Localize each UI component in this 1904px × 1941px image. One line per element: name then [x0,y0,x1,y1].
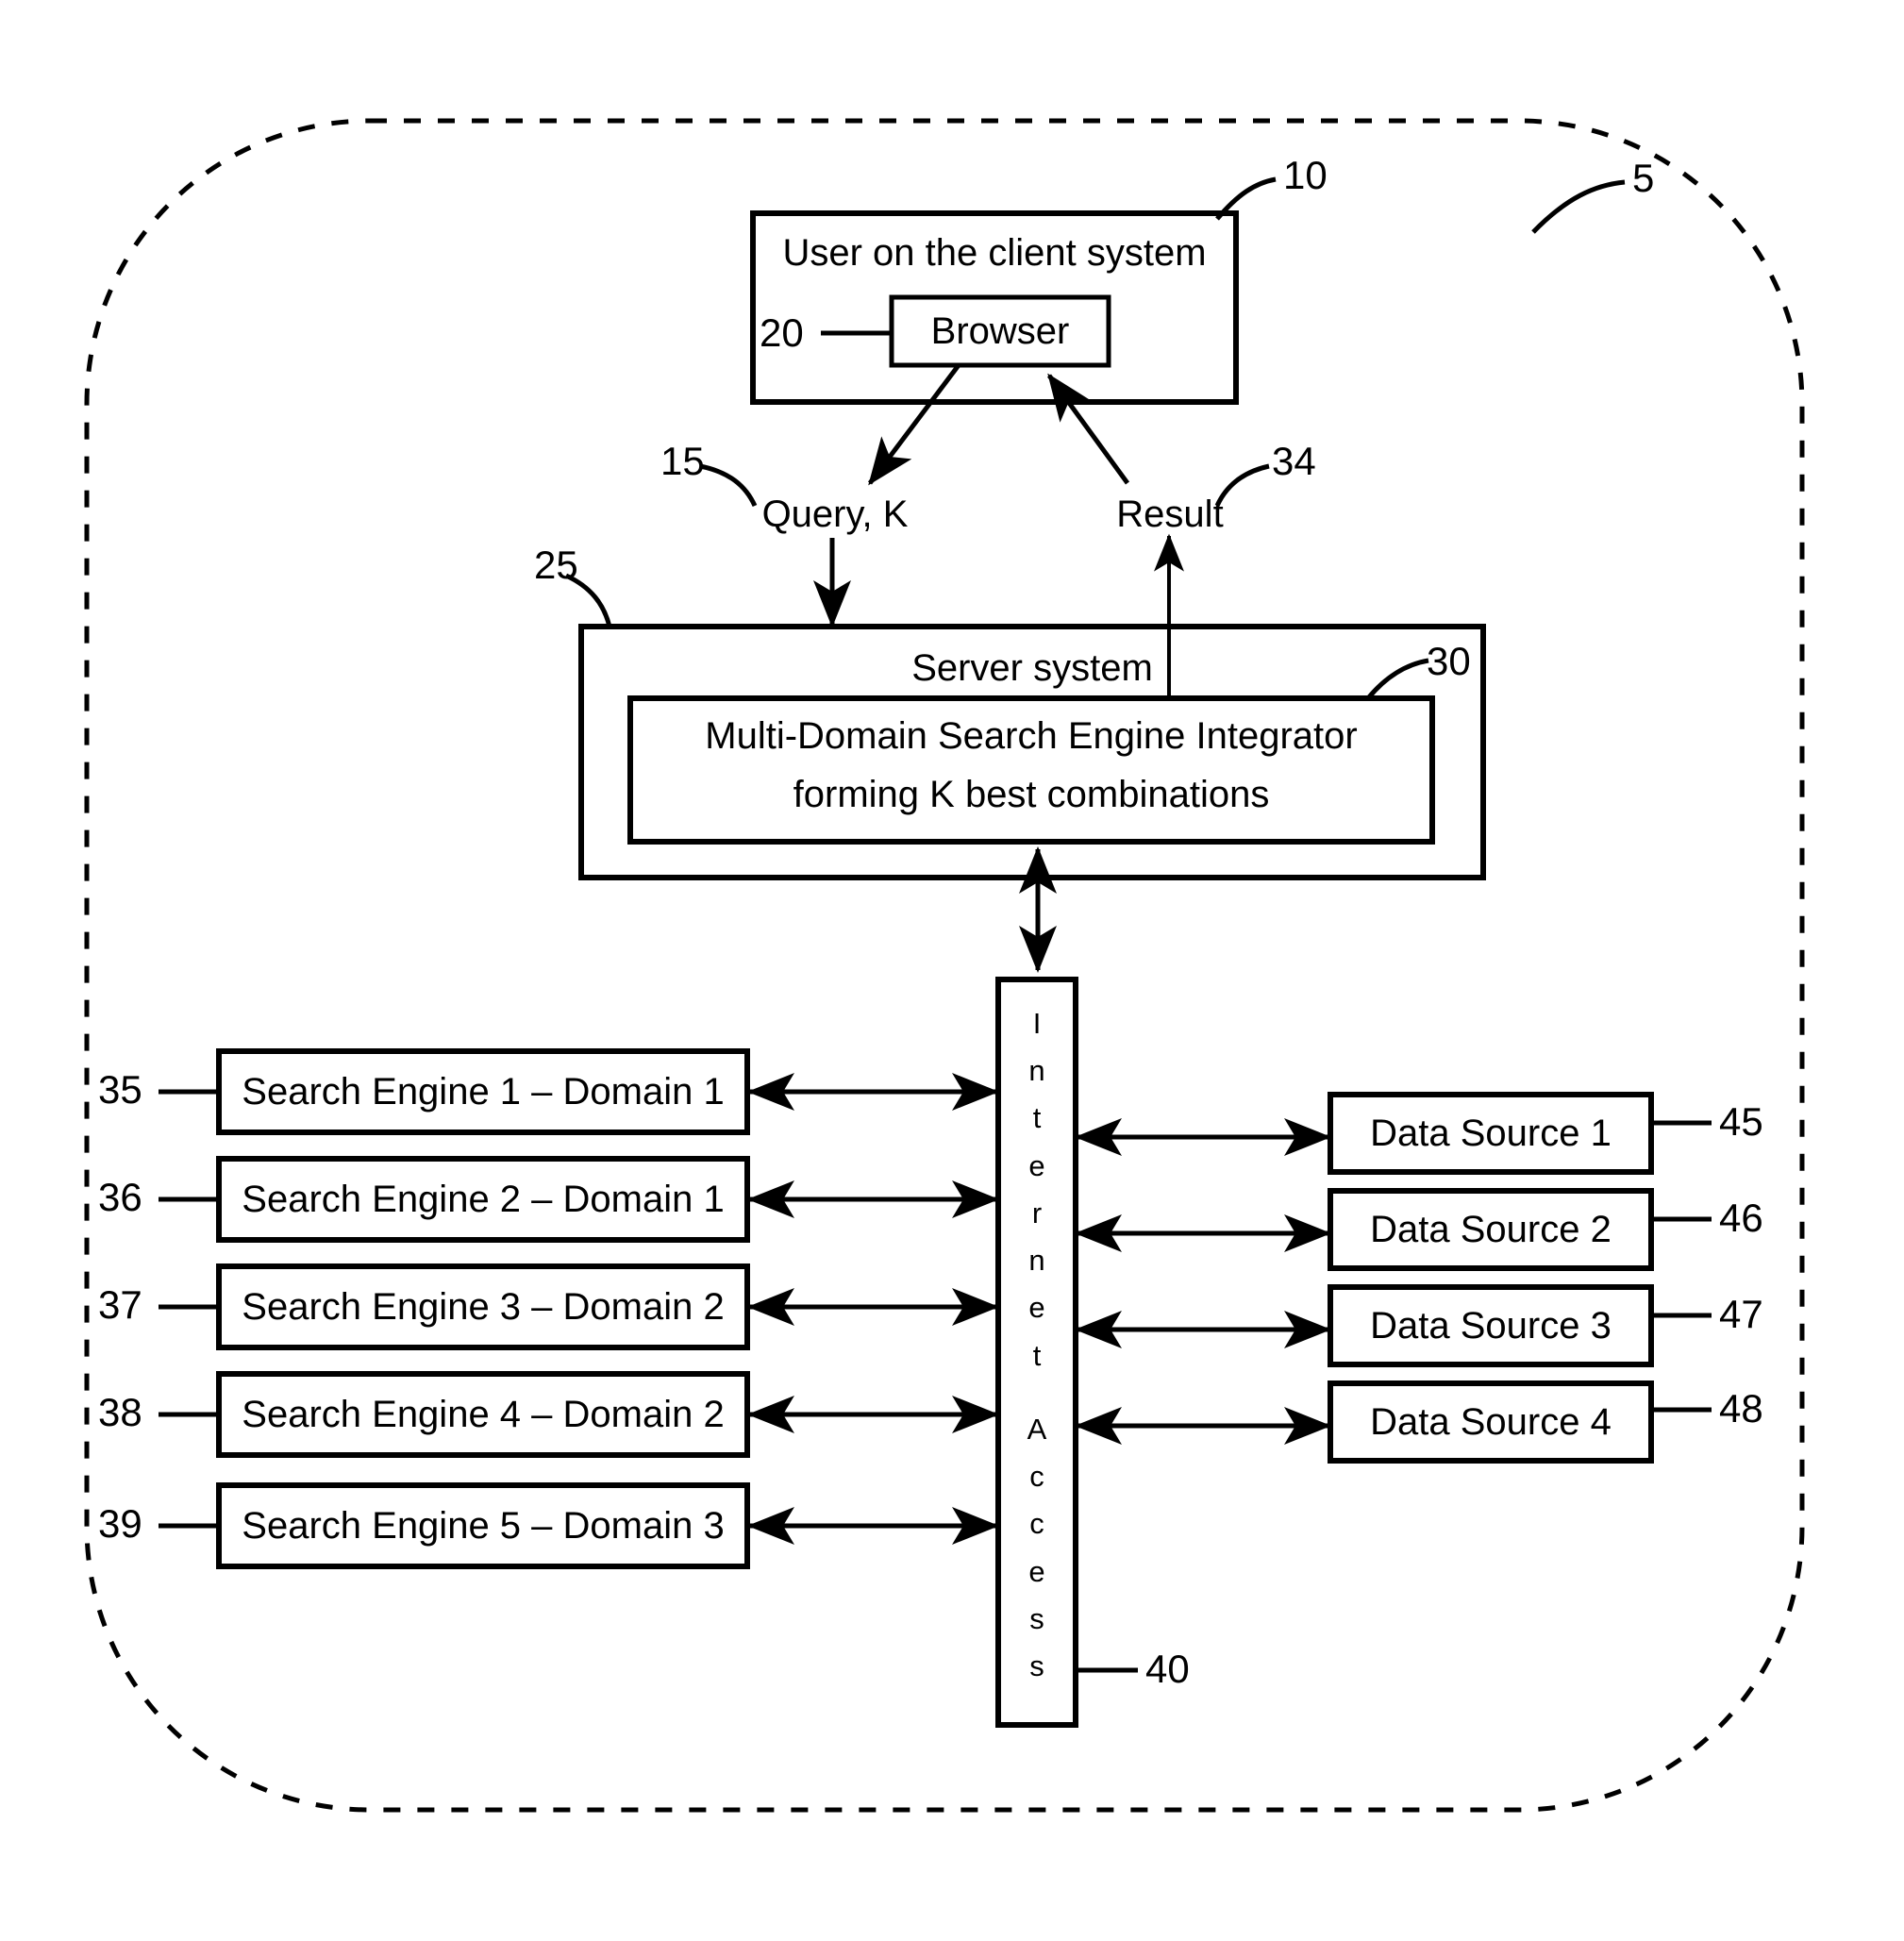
ref-label-10: 10 [1283,153,1328,197]
internet-access-label-bottom: A c c e s s [998,1406,1076,1690]
access-letter-3: e [1028,1554,1045,1588]
ref-label-47: 47 [1719,1292,1763,1336]
ref-label-37: 37 [98,1282,142,1327]
access-letter-1: c [1029,1460,1044,1494]
ref-label-39: 39 [98,1501,142,1546]
ref-label-46: 46 [1719,1196,1763,1240]
ref-label-30: 30 [1427,639,1471,683]
access-letter-0: A [1027,1413,1047,1446]
access-letter-5: s [1029,1649,1044,1683]
ref-label-48: 48 [1719,1386,1763,1431]
search-engine-label-2: Search Engine 2 – Domain 1 [242,1179,725,1220]
internet-access-label-top: I n t e r n e t [998,1000,1076,1380]
ref-label-35: 35 [98,1067,142,1112]
ref-label-25: 25 [534,543,578,587]
search-engine-label-5: Search Engine 5 – Domain 3 [242,1505,725,1547]
ref-label-20: 20 [760,310,804,355]
leader-5 [1531,179,1626,234]
internet-letter-3: e [1028,1148,1045,1182]
internet-letter-7: t [1032,1338,1042,1372]
data-source-label-1: Data Source 1 [1370,1113,1612,1154]
internet-letter-2: t [1032,1101,1042,1135]
data-source-label-2: Data Source 2 [1370,1209,1612,1250]
access-letter-2: c [1029,1507,1044,1541]
internet-letter-5: n [1028,1244,1045,1278]
internet-letter-0: I [1032,1007,1042,1040]
query-flow-label: Query, K [761,494,909,535]
ref-label-15: 15 [660,439,705,483]
ref-label-5: 5 [1632,156,1655,200]
ref-label-38: 38 [98,1390,142,1434]
internet-letter-6: e [1028,1291,1045,1325]
ref-label-45: 45 [1719,1099,1763,1144]
internet-letter-1: n [1028,1054,1045,1088]
client-system-title: User on the client system [782,232,1207,274]
internet-letter-4: r [1031,1196,1043,1230]
data-source-label-3: Data Source 3 [1370,1305,1612,1347]
search-engine-label-3: Search Engine 3 – Domain 2 [242,1286,725,1328]
search-engine-label-1: Search Engine 1 – Domain 1 [242,1071,725,1113]
search-engine-label-4: Search Engine 4 – Domain 2 [242,1394,725,1435]
ref-label-40: 40 [1145,1647,1190,1691]
integrator-line-1: Multi-Domain Search Engine Integrator [705,715,1358,757]
data-source-label-4: Data Source 4 [1370,1401,1612,1443]
access-letter-4: s [1029,1601,1044,1635]
figure-canvas: 5 10 User on the client system 20 Browse… [0,0,1904,1941]
result-flow-label: Result [1116,494,1224,535]
ref-label-36: 36 [98,1175,142,1219]
browser-label: Browser [930,310,1070,352]
ref-label-34: 34 [1272,439,1316,483]
integrator-line-2: forming K best combinations [793,774,1270,815]
diagram-vector-layer [84,118,1805,1813]
server-system-title: Server system [911,647,1153,689]
